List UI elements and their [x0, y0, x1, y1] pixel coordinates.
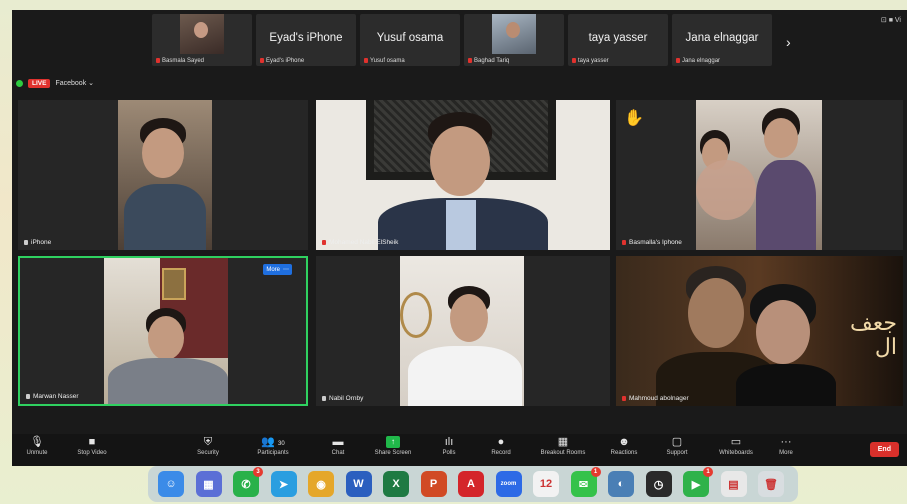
screen-share-icon[interactable]: ◐ [608, 471, 634, 497]
grid-icon: ▦ [557, 436, 569, 448]
clock-icon[interactable]: ◷ [645, 471, 672, 497]
strip-tile-name: Jana elnaggar [685, 32, 759, 44]
whiteboards-button[interactable]: ▭ Whiteboards [712, 436, 760, 456]
chrome-icon[interactable]: ◉ [308, 471, 334, 497]
camera-feed [696, 100, 822, 250]
video-tile[interactable]: Mohamed Nabil ElSheik [316, 100, 610, 250]
support-button[interactable]: ▢ Support [660, 436, 694, 456]
whatsapp-icon[interactable]: ✆ 3 [233, 467, 263, 497]
messages-icon[interactable]: ✉ 1 [570, 467, 601, 497]
strip-tile[interactable]: Yusuf osama Yusuf osama [360, 14, 460, 66]
notification-badge: 3 [253, 467, 263, 477]
stop-video-button[interactable]: ■ Stop Video [70, 436, 114, 456]
launchpad-icon[interactable]: ▦ [195, 471, 222, 497]
macos-dock: ☺ ▦ ✆ 3 ➤ ◉ W X P Azoom 12 ✉ 1 ◐ ◷ ▶ 1 ▤ 🗑 [148, 466, 798, 502]
notification-badge: 1 [703, 467, 713, 477]
more-button[interactable]: More ⋯ [263, 264, 292, 275]
video-tile[interactable]: iPhone [18, 100, 308, 250]
chat-icon: ▬ [332, 436, 344, 448]
reactions-button[interactable]: ☻ Reactions [604, 436, 644, 456]
live-badge[interactable]: LIVE [28, 78, 51, 88]
share-screen-button[interactable]: ↑ Share Screen [368, 436, 418, 456]
video-tile[interactable]: جعف ال Mahmoud abolnager [616, 256, 903, 406]
overlay-title-text: جعف ال [850, 311, 897, 361]
acrobat-icon[interactable]: A [458, 471, 484, 497]
finder-icon[interactable]: ☺ [158, 471, 184, 497]
excel-icon[interactable]: X [383, 471, 409, 497]
calendar-icon[interactable]: 12 [533, 471, 559, 497]
video-tile[interactable]: Nabil Ornby [316, 256, 610, 406]
preview-icon[interactable]: ▤ [720, 471, 747, 497]
camera-feed [104, 258, 228, 404]
video-tile-active[interactable]: More ⋯ Marwan Nasser [18, 256, 308, 406]
breakout-rooms-button[interactable]: ▦ Breakout Rooms [534, 436, 592, 456]
tile-name-label: iPhone [24, 239, 51, 246]
zoom-meeting-window: Basmala Sayed Eyad's iPhone Eyad's iPhon… [12, 10, 907, 466]
ellipsis-icon: ⋯ [283, 267, 289, 273]
strip-tile-name: Yusuf osama [376, 32, 444, 44]
tile-name-label: Mahmoud abolnager [622, 395, 689, 402]
participant-strip: Basmala Sayed Eyad's iPhone Eyad's iPhon… [12, 10, 907, 72]
chat-button[interactable]: ▬ Chat [326, 436, 350, 456]
word-icon[interactable]: W [345, 471, 372, 497]
tile-name-label: Nabil Ornby [322, 395, 363, 402]
trash-icon[interactable]: 🗑 [758, 471, 784, 497]
powerpoint-icon[interactable]: P [420, 471, 447, 497]
strip-tile[interactable]: taya yasser taya yasser [568, 14, 668, 66]
camera-feed [118, 100, 212, 250]
video-tile[interactable]: ✋ Basmalla's Iphone [616, 100, 903, 250]
facetime-icon[interactable]: ▶ 1 [683, 467, 713, 497]
whiteboard-icon: ▭ [730, 436, 742, 448]
raise-hand-icon: ✋ [624, 110, 644, 127]
chevron-right-icon[interactable]: › [786, 34, 791, 50]
support-icon: ▢ [671, 436, 683, 448]
record-icon: ● [497, 436, 505, 448]
camera-feed [400, 256, 524, 406]
tile-name-label: Basmalla's Iphone [622, 239, 682, 246]
strip-tile[interactable]: Jana elnaggar Jana elnaggar [672, 14, 772, 66]
live-stream-bar: LIVE Facebook ⌄ [16, 76, 94, 90]
view-controls[interactable]: ⊡ ■ Vi [881, 16, 901, 24]
unmute-button[interactable]: 🎙 Unmute [18, 436, 56, 456]
camera-feed [316, 100, 610, 250]
tile-name-label: Mohamed Nabil ElSheik [322, 239, 398, 246]
zoom-icon[interactable]: zoom [495, 471, 522, 497]
shield-icon: ⛨ [203, 436, 213, 448]
share-screen-icon: ↑ [386, 436, 400, 448]
participants-button[interactable]: 👥 30 Participants [246, 436, 300, 456]
strip-tile[interactable]: Baghad Tariq [464, 14, 564, 66]
status-dot-icon [16, 79, 23, 87]
strip-tile-name: Eyad's iPhone [269, 32, 343, 44]
ellipsis-icon: ··· [780, 436, 792, 448]
strip-tile[interactable]: Basmala Sayed [152, 14, 252, 66]
bar-chart-icon: ılı [444, 436, 454, 448]
video-camera-icon: ■ [88, 436, 96, 448]
smiley-icon: ☻ [618, 436, 630, 448]
telegram-icon[interactable]: ➤ [270, 471, 297, 497]
end-meeting-button[interactable]: End [869, 442, 899, 457]
security-button[interactable]: ⛨ Security [188, 436, 228, 456]
notification-badge: 1 [590, 467, 601, 477]
live-platform[interactable]: Facebook ⌄ [55, 79, 94, 87]
muted-mic-icon: 🎙 [30, 436, 44, 448]
record-button[interactable]: ● Record [486, 436, 516, 456]
polls-button[interactable]: ılı Polls [438, 436, 460, 456]
more-menu-button[interactable]: ··· More [772, 436, 800, 456]
strip-tile[interactable]: Eyad's iPhone Eyad's iPhone [256, 14, 356, 66]
meeting-toolbar: 🎙 Unmute ■ Stop Video ⛨ Security 👥 30 Partic… [12, 434, 907, 466]
participants-icon: 👥 30 [261, 436, 285, 448]
tile-name-label: Marwan Nasser [26, 393, 79, 400]
strip-tile-name: taya yasser [588, 32, 648, 44]
